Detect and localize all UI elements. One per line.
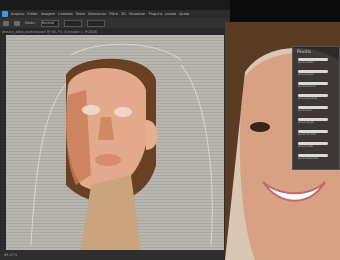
lips-shape bbox=[95, 154, 121, 166]
brush-label: pincel esfumado bbox=[298, 157, 319, 160]
right-eye-shape bbox=[114, 107, 132, 117]
menu-item-ajuda[interactable]: Ajuda bbox=[179, 10, 189, 18]
menu-item-imagem[interactable]: Imagem bbox=[41, 10, 55, 18]
brush-preset[interactable]: pincel esfumado bbox=[296, 153, 338, 160]
mode-label: Modo: bbox=[25, 21, 36, 25]
brush-preset[interactable]: pincel de tinta bbox=[296, 129, 338, 136]
menu-item-arquivo[interactable]: Arquivo bbox=[11, 10, 24, 18]
brush-preset[interactable]: pincel aquarela bbox=[296, 93, 338, 100]
app-logo-icon bbox=[2, 11, 8, 17]
brush-panel[interactable]: Pincéis pincel sólido pincel suave pince… bbox=[292, 46, 340, 170]
brush-preset[interactable]: pincel suave bbox=[296, 69, 338, 76]
menu-item-visualizar[interactable]: Visualizar bbox=[129, 10, 146, 18]
document-tab[interactable]: Jessica_Alba_portrait.psd @ 66,7% (Camad… bbox=[0, 28, 230, 35]
mode-select[interactable]: Normal bbox=[40, 19, 59, 27]
brush-label: pincel seco bbox=[298, 109, 313, 112]
zoom-readout: 66,67% bbox=[4, 253, 18, 257]
document-tab-label: Jessica_Alba_portrait.psd @ 66,7% (Camad… bbox=[2, 29, 98, 34]
painting-canvas[interactable] bbox=[6, 35, 224, 250]
brush-tool-icon[interactable] bbox=[14, 20, 20, 26]
brush-label: pincel sólido bbox=[298, 61, 314, 64]
reference-eye bbox=[250, 122, 270, 132]
brush-label: pincel de tinta bbox=[298, 133, 316, 136]
menu-item-filtro[interactable]: Filtro bbox=[109, 10, 118, 18]
brush-preset[interactable]: pincel de giz bbox=[296, 117, 338, 124]
menu-item-editar[interactable]: Editar bbox=[27, 10, 37, 18]
brush-label: pincel aquarela bbox=[298, 97, 318, 100]
menu-item-3d[interactable]: 3D bbox=[121, 10, 126, 18]
menu-item-selecionar[interactable]: Selecionar bbox=[88, 10, 106, 18]
photoshop-window: Arquivo Editar Imagem Camada Texto Selec… bbox=[0, 0, 230, 260]
left-eye-shape bbox=[82, 105, 100, 115]
flow-field[interactable] bbox=[86, 19, 105, 27]
brush-preset[interactable]: pincel seco bbox=[296, 105, 338, 112]
brush-label: pincel suave bbox=[298, 73, 314, 76]
canvas-area[interactable] bbox=[6, 35, 224, 250]
opacity-field[interactable] bbox=[63, 19, 82, 27]
brush-label: pincel misto bbox=[298, 145, 314, 148]
home-icon[interactable] bbox=[3, 20, 9, 26]
status-bar: 66,67% bbox=[0, 250, 230, 260]
brush-preset[interactable]: pincel misto bbox=[296, 141, 338, 148]
brush-preset[interactable]: pincel textura bbox=[296, 81, 338, 88]
brush-panel-title: Pincéis bbox=[297, 49, 311, 54]
options-bar: Modo: Normal bbox=[0, 18, 230, 28]
menu-item-camada[interactable]: Camada bbox=[58, 10, 73, 18]
menu-item-texto[interactable]: Texto bbox=[76, 10, 85, 18]
brush-label: pincel textura bbox=[298, 85, 316, 88]
menu-item-plugins[interactable]: Plug-ins bbox=[149, 10, 163, 18]
menu-bar: Arquivo Editar Imagem Camada Texto Selec… bbox=[0, 10, 230, 18]
brush-label: pincel de giz bbox=[298, 121, 314, 124]
menu-item-janela[interactable]: Janela bbox=[165, 10, 176, 18]
brush-preset[interactable]: pincel sólido bbox=[296, 57, 338, 64]
